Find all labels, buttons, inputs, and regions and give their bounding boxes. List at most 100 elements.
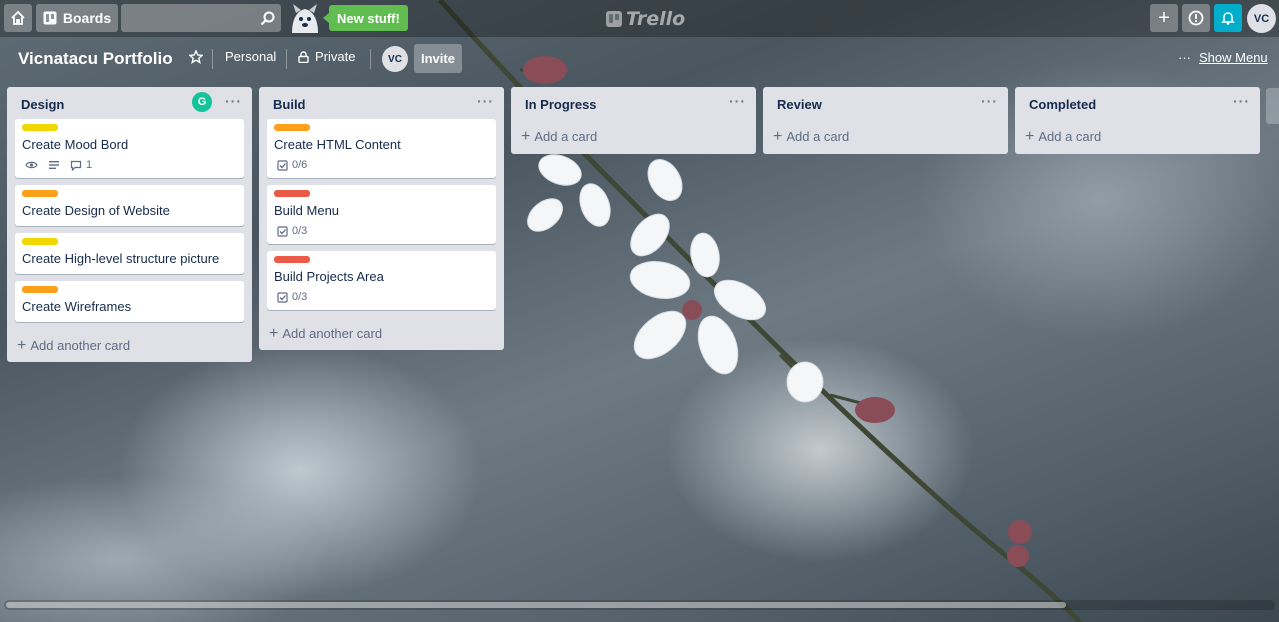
board-title[interactable]: Vicnatacu Portfolio: [18, 49, 173, 69]
grammarly-icon[interactable]: G: [192, 92, 212, 112]
list-menu-icon[interactable]: ···: [477, 93, 494, 109]
list-menu-icon[interactable]: ···: [729, 93, 746, 109]
top-bar: Boards New stuff! Trello + VC: [0, 0, 1279, 37]
add-card-button[interactable]: + Add another card: [259, 317, 504, 350]
description-icon: [49, 161, 59, 169]
horizontal-scrollbar[interactable]: [4, 600, 1275, 610]
list-title[interactable]: In Progress: [525, 97, 597, 112]
comments-badge: 1: [70, 159, 92, 171]
visibility-label: Private: [315, 49, 356, 64]
next-list-edge[interactable]: [1266, 88, 1279, 124]
show-menu-label: Show Menu: [1199, 50, 1268, 65]
info-button[interactable]: [1182, 4, 1210, 32]
create-button[interactable]: +: [1150, 4, 1178, 32]
list-review: Review ··· + Add a card: [763, 87, 1008, 154]
eye-icon: [25, 161, 38, 169]
add-card-label: Add another card: [282, 326, 383, 341]
star-button[interactable]: [189, 50, 203, 64]
card-label-yellow[interactable]: [22, 238, 58, 245]
search-box[interactable]: [121, 4, 281, 32]
card[interactable]: Create HTML Content 0/6: [267, 119, 496, 178]
list-title[interactable]: Build: [273, 97, 306, 112]
list-header: Build ···: [259, 87, 504, 119]
checklist-icon: [277, 291, 288, 303]
lock-icon: [298, 50, 309, 63]
boards-label: Boards: [62, 10, 112, 26]
add-card-label: Add another card: [30, 338, 131, 353]
trello-logo-text: Trello: [626, 8, 686, 30]
trello-logo[interactable]: Trello: [606, 8, 685, 30]
card[interactable]: Build Projects Area 0/3: [267, 251, 496, 310]
team-button[interactable]: Personal: [225, 49, 276, 64]
add-card-label: Add a card: [786, 129, 850, 144]
list-header: Review ···: [763, 87, 1008, 119]
card-label-orange[interactable]: [22, 286, 58, 293]
plus-icon: +: [1025, 127, 1035, 145]
list-completed: Completed ··· + Add a card: [1015, 87, 1260, 154]
card-badges: 0/6: [274, 159, 488, 171]
card-title: Create Design of Website: [22, 203, 170, 218]
plus-icon: +: [773, 127, 783, 145]
boards-icon: [43, 11, 57, 25]
card[interactable]: Build Menu 0/3: [267, 185, 496, 244]
scrollbar-thumb[interactable]: [6, 602, 1066, 608]
card-label-red[interactable]: [274, 256, 310, 263]
card-title: Build Menu: [274, 203, 340, 218]
user-avatar[interactable]: VC: [1247, 4, 1276, 33]
plus-icon: +: [269, 324, 279, 342]
card-badges: 0/3: [274, 291, 488, 303]
new-stuff-badge[interactable]: New stuff!: [323, 5, 408, 31]
plus-icon: +: [1158, 6, 1170, 29]
board-header: Vicnatacu Portfolio Personal Private VC …: [0, 37, 1279, 81]
team-label: Personal: [225, 49, 277, 64]
comment-count: 1: [86, 159, 93, 171]
show-menu-button[interactable]: ··· Show Menu: [1178, 50, 1268, 65]
add-card-label: Add a card: [534, 129, 598, 144]
card-title: Create Mood Bord: [22, 137, 129, 152]
list-menu-icon[interactable]: ···: [1233, 93, 1250, 109]
add-card-button[interactable]: + Add a card: [1015, 119, 1260, 154]
card-label-orange[interactable]: [274, 124, 310, 131]
add-card-button[interactable]: + Add another card: [7, 329, 252, 362]
header-divider: [212, 49, 213, 69]
checklist-icon: [277, 225, 288, 237]
card[interactable]: Create High-level structure picture: [15, 233, 244, 274]
card-label-orange[interactable]: [22, 190, 58, 197]
checklist-count: 0/6: [292, 159, 308, 171]
list-header: Completed ···: [1015, 87, 1260, 119]
list-header: Design ···: [7, 87, 252, 119]
card[interactable]: Create Wireframes: [15, 281, 244, 322]
list-menu-icon[interactable]: ···: [981, 93, 998, 109]
card-label-red[interactable]: [274, 190, 310, 197]
card-badges: 0/3: [274, 225, 488, 237]
watch-badge: [25, 160, 38, 170]
card-title: Build Projects Area: [274, 269, 384, 284]
list-title[interactable]: Review: [777, 97, 822, 112]
taco-mascot-icon[interactable]: [288, 3, 322, 35]
list-title[interactable]: Completed: [1029, 97, 1096, 112]
search-icon[interactable]: [260, 11, 275, 26]
member-avatar[interactable]: VC: [382, 46, 408, 72]
card-title: Create High-level structure picture: [22, 251, 220, 266]
checklist-badge: 0/6: [277, 159, 307, 171]
header-divider: [286, 49, 287, 69]
card-label-yellow[interactable]: [22, 124, 58, 131]
add-card-button[interactable]: + Add a card: [511, 119, 756, 154]
card[interactable]: Create Design of Website: [15, 185, 244, 226]
search-input[interactable]: [121, 4, 251, 32]
notifications-button[interactable]: [1214, 4, 1242, 32]
invite-button[interactable]: Invite: [414, 44, 462, 73]
card[interactable]: Create Mood Bord 1: [15, 119, 244, 178]
list-menu-icon[interactable]: ···: [225, 93, 242, 109]
home-button[interactable]: [4, 4, 32, 32]
home-icon: [11, 10, 25, 25]
info-icon: [1188, 10, 1204, 26]
list-title[interactable]: Design: [21, 97, 64, 112]
card-badges: 1: [22, 159, 236, 171]
boards-button[interactable]: Boards: [36, 4, 118, 32]
star-icon: [189, 50, 203, 64]
checklist-count: 0/3: [292, 225, 308, 237]
header-divider: [370, 49, 371, 69]
add-card-button[interactable]: + Add a card: [763, 119, 1008, 154]
visibility-button[interactable]: Private: [298, 49, 355, 64]
